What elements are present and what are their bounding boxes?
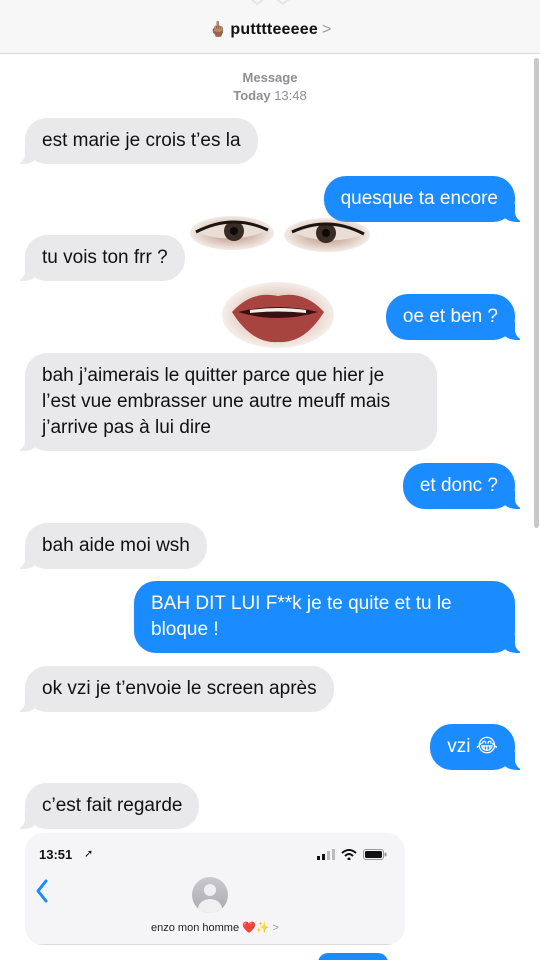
message-sent[interactable]: et donc ? — [402, 463, 526, 509]
contact-avatar[interactable] — [192, 877, 228, 913]
timestamp-time: 13:48 — [274, 88, 307, 103]
message-received[interactable]: c’est fait regarde — [14, 783, 200, 829]
status-time: 13:51 — [39, 847, 73, 862]
contact-name: putttteeeee — [230, 21, 318, 38]
message-text: oe et ben ? — [402, 306, 498, 327]
message-text: BAH DIT LUI F**k je te quite et tu le bl… — [151, 593, 452, 640]
wifi-icon — [341, 849, 357, 860]
message-sent[interactable]: oe et ben ? — [385, 294, 526, 340]
location-arrow-icon: ➚ — [84, 848, 94, 860]
mouth-sticker[interactable] — [222, 282, 334, 348]
message-text: bah aide moi wsh — [42, 535, 190, 556]
conversation-header: 🖕🏽 putttteeeee > — [0, 0, 540, 54]
message-sent[interactable]: BAH DIT LUI F**k je te quite et tu le bl… — [134, 581, 525, 653]
signal-icon — [317, 849, 335, 860]
message-text: vzi 😂 — [447, 736, 498, 757]
message-text: tu vois ton frr ? — [42, 247, 168, 268]
timestamp-day: Today — [233, 88, 271, 103]
message-received[interactable]: bah j’aimerais le quitter parce que hier… — [15, 353, 437, 451]
message-received[interactable]: tu vois ton frr ? — [15, 235, 185, 281]
message-text: bah j’aimerais le quitter parce que hier… — [42, 365, 391, 438]
eye-sticker-left[interactable] — [190, 215, 274, 251]
chevron-right-icon: > — [321, 21, 332, 38]
contact-name-button[interactable]: 🖕🏽 putttteeeee > — [0, 20, 540, 39]
message-text: quesque ta encore — [340, 188, 498, 209]
message-sent[interactable]: vzi 😂 — [430, 724, 525, 770]
timestamp: Message Today 13:48 — [0, 69, 540, 105]
screenshot-attachment[interactable]: 13:51 ➚ enzo mon homme ❤️✨ > — [25, 833, 405, 945]
heart-sparkles-emoji: ❤️✨ — [242, 922, 270, 934]
message-sent[interactable]: quesque ta encore — [323, 176, 526, 222]
message-text: ok vzi je t’envoie le screen après — [42, 678, 317, 699]
message-received[interactable]: bah aide moi wsh — [15, 523, 207, 569]
message-text: c’est fait regarde — [42, 795, 183, 816]
timestamp-label: Message — [242, 70, 298, 85]
contact-emoji: 🖕🏽 — [208, 21, 228, 38]
message-text: est marie je crois t’es la — [42, 130, 241, 151]
message-received[interactable]: ok vzi je t’envoie le screen après — [15, 666, 334, 712]
scrollbar[interactable] — [534, 58, 539, 528]
header-peek-shape — [250, 0, 290, 6]
battery-icon — [363, 849, 387, 860]
eye-sticker-right[interactable] — [284, 217, 370, 253]
status-icons — [317, 849, 387, 860]
screenshot-contact-name[interactable]: enzo mon homme ❤️✨ > — [25, 921, 405, 934]
message-sent-partial[interactable] — [318, 953, 388, 960]
divider — [25, 944, 405, 945]
message-text: et donc ? — [419, 475, 498, 496]
back-chevron-icon[interactable] — [35, 879, 49, 903]
chevron-right-icon: > — [272, 922, 279, 934]
message-received[interactable]: est marie je crois t’es la — [15, 118, 258, 164]
